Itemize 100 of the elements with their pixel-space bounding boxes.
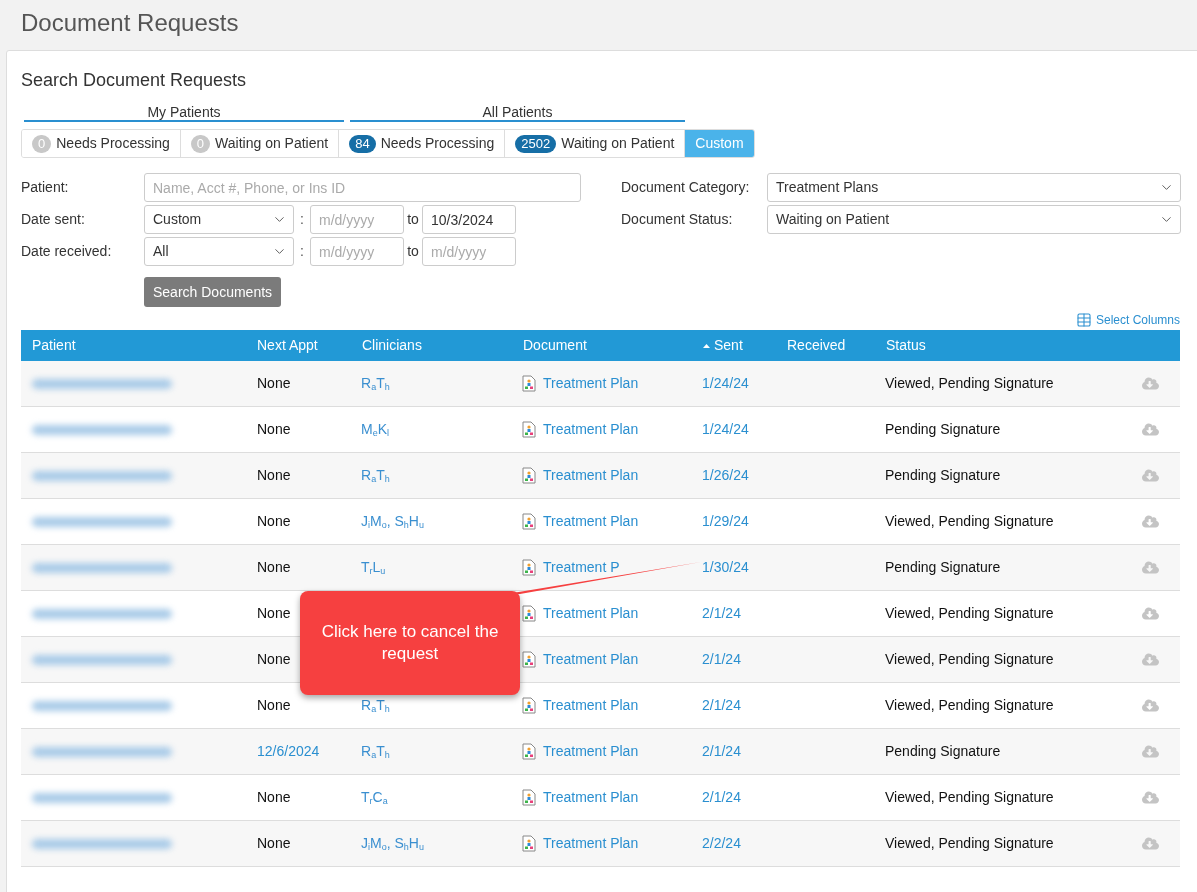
cloud-download-icon[interactable] xyxy=(1141,375,1159,392)
sent-date-link[interactable]: 2/1/24 xyxy=(702,789,741,805)
clinician-initials[interactable]: J$_{i}$M$_{o}$, S$_{h}$H$_{u}$ xyxy=(361,513,424,529)
status-text: Viewed, Pending Signature xyxy=(885,375,1054,391)
document-link[interactable]: Treatment Plan xyxy=(543,465,639,486)
next-appointment: None xyxy=(257,789,291,805)
column-header[interactable]: Clinicians xyxy=(362,335,422,356)
column-header[interactable]: Sent xyxy=(714,335,743,356)
document-link[interactable]: Treatment P xyxy=(543,557,620,578)
next-appointment: None xyxy=(257,421,291,437)
document-icon xyxy=(522,375,536,392)
sent-date-link[interactable]: 2/1/24 xyxy=(702,743,741,759)
clinician-initials[interactable]: R$_{a}$T$_{h}$ xyxy=(361,743,390,759)
next-appointment: None xyxy=(257,375,291,391)
date-range-select[interactable]: All xyxy=(144,237,294,266)
document-icon xyxy=(522,835,536,852)
sent-date-link[interactable]: 1/26/24 xyxy=(702,467,749,483)
document-icon xyxy=(522,605,536,622)
cloud-download-icon[interactable] xyxy=(1141,467,1159,484)
sent-date-link[interactable]: 2/1/24 xyxy=(702,697,741,713)
date-from-field[interactable]: m/d/yyyy xyxy=(310,205,404,234)
count-badge: 84 xyxy=(349,134,376,153)
to-label: to xyxy=(406,210,420,229)
status-text: Viewed, Pending Signature xyxy=(885,789,1054,805)
cloud-download-icon[interactable] xyxy=(1141,697,1159,714)
cloud-download-icon[interactable] xyxy=(1141,651,1159,668)
status-text: Viewed, Pending Signature xyxy=(885,605,1054,621)
column-header[interactable]: Received xyxy=(787,335,846,356)
next-appointment: None xyxy=(257,651,291,667)
patient-search-field[interactable]: Name, Acct #, Phone, or Ins ID xyxy=(144,173,581,202)
table-icon xyxy=(1075,312,1092,328)
sent-date-link[interactable]: 1/30/24 xyxy=(702,559,749,575)
status-text: Pending Signature xyxy=(885,421,1001,437)
column-header[interactable]: Next Appt xyxy=(257,335,318,356)
sent-date-link[interactable]: 2/2/24 xyxy=(702,835,741,851)
field-label: Patient: xyxy=(21,178,70,197)
cloud-download-icon[interactable] xyxy=(1141,605,1159,622)
to-label: to xyxy=(406,242,420,261)
status-text: Viewed, Pending Signature xyxy=(885,513,1054,529)
next-appointment: None xyxy=(257,835,291,851)
page-title: Document Requests xyxy=(21,8,240,38)
date-range-select[interactable]: Custom xyxy=(144,205,294,234)
search-documents-button[interactable]: Search Documents xyxy=(144,277,282,307)
sent-date-link[interactable]: 1/29/24 xyxy=(702,513,749,529)
cloud-download-icon[interactable] xyxy=(1141,835,1159,852)
status-text: Viewed, Pending Signature xyxy=(885,697,1054,713)
document-link[interactable]: Treatment Plan xyxy=(543,695,639,716)
filter-tab[interactable]: Custom xyxy=(684,130,754,157)
document-filter-select[interactable]: Treatment Plans xyxy=(767,173,1181,202)
field-label: Document Category: xyxy=(621,178,751,197)
date-from-field[interactable]: m/d/yyyy xyxy=(310,237,404,266)
document-icon xyxy=(522,743,536,760)
document-icon xyxy=(522,789,536,806)
status-text: Pending Signature xyxy=(885,467,1001,483)
cloud-download-icon[interactable] xyxy=(1141,743,1159,760)
separator: : xyxy=(299,242,305,261)
clinician-initials[interactable]: T$_{r}$L$_{u}$ xyxy=(361,559,386,575)
next-appointment: None xyxy=(257,559,291,575)
sent-date-link[interactable]: 2/1/24 xyxy=(702,605,741,621)
clinician-initials[interactable]: R$_{a}$T$_{h}$ xyxy=(361,697,390,713)
clinician-initials[interactable]: R$_{a}$T$_{h}$ xyxy=(361,375,390,391)
cloud-download-icon[interactable] xyxy=(1141,789,1159,806)
document-icon xyxy=(522,559,536,576)
tab-group-header: All Patients xyxy=(350,102,685,122)
cloud-download-icon[interactable] xyxy=(1141,513,1159,530)
column-header[interactable]: Status xyxy=(886,335,926,356)
document-icon xyxy=(522,421,536,438)
document-link[interactable]: Treatment Plan xyxy=(543,833,639,854)
clinician-initials[interactable]: M$_{e}$K$_{l}$ xyxy=(361,421,390,437)
next-appointment: None xyxy=(257,605,291,621)
document-link[interactable]: Treatment Plan xyxy=(543,511,639,532)
panel-title: Search Document Requests xyxy=(21,69,248,92)
next-appointment: None xyxy=(257,513,291,529)
field-label: Document Status: xyxy=(621,210,734,229)
cloud-download-icon[interactable] xyxy=(1141,559,1159,576)
document-link[interactable]: Treatment Plan xyxy=(543,649,639,670)
document-filter-select[interactable]: Waiting on Patient xyxy=(767,205,1181,234)
column-header[interactable]: Patient xyxy=(32,335,76,356)
document-link[interactable]: Treatment Plan xyxy=(543,741,639,762)
count-badge: 2502 xyxy=(515,134,557,153)
status-text: Pending Signature xyxy=(885,743,1001,759)
document-link[interactable]: Treatment Plan xyxy=(543,419,639,440)
date-to-field[interactable]: m/d/yyyy xyxy=(422,237,516,266)
document-link[interactable]: Treatment Plan xyxy=(543,787,639,808)
cloud-download-icon[interactable] xyxy=(1141,421,1159,438)
sent-date-link[interactable]: 2/1/24 xyxy=(702,651,741,667)
next-appointment: None xyxy=(257,467,291,483)
document-link[interactable]: Treatment Plan xyxy=(543,373,639,394)
next-appointment-link[interactable]: 12/6/2024 xyxy=(257,743,320,759)
sent-date-link[interactable]: 1/24/24 xyxy=(702,421,749,437)
status-text: Viewed, Pending Signature xyxy=(885,835,1054,851)
sent-date-link[interactable]: 1/24/24 xyxy=(702,375,749,391)
select-columns-link[interactable]: Select Columns xyxy=(1075,310,1180,330)
document-link[interactable]: Treatment Plan xyxy=(543,603,639,624)
document-icon xyxy=(522,467,536,484)
clinician-initials[interactable]: J$_{i}$M$_{o}$, S$_{h}$H$_{u}$ xyxy=(361,835,424,851)
clinician-initials[interactable]: T$_{r}$C$_{a}$ xyxy=(361,789,388,805)
clinician-initials[interactable]: R$_{a}$T$_{h}$ xyxy=(361,467,390,483)
column-header[interactable]: Document xyxy=(523,335,587,356)
date-to-field[interactable]: 10/3/2024 xyxy=(422,205,516,234)
